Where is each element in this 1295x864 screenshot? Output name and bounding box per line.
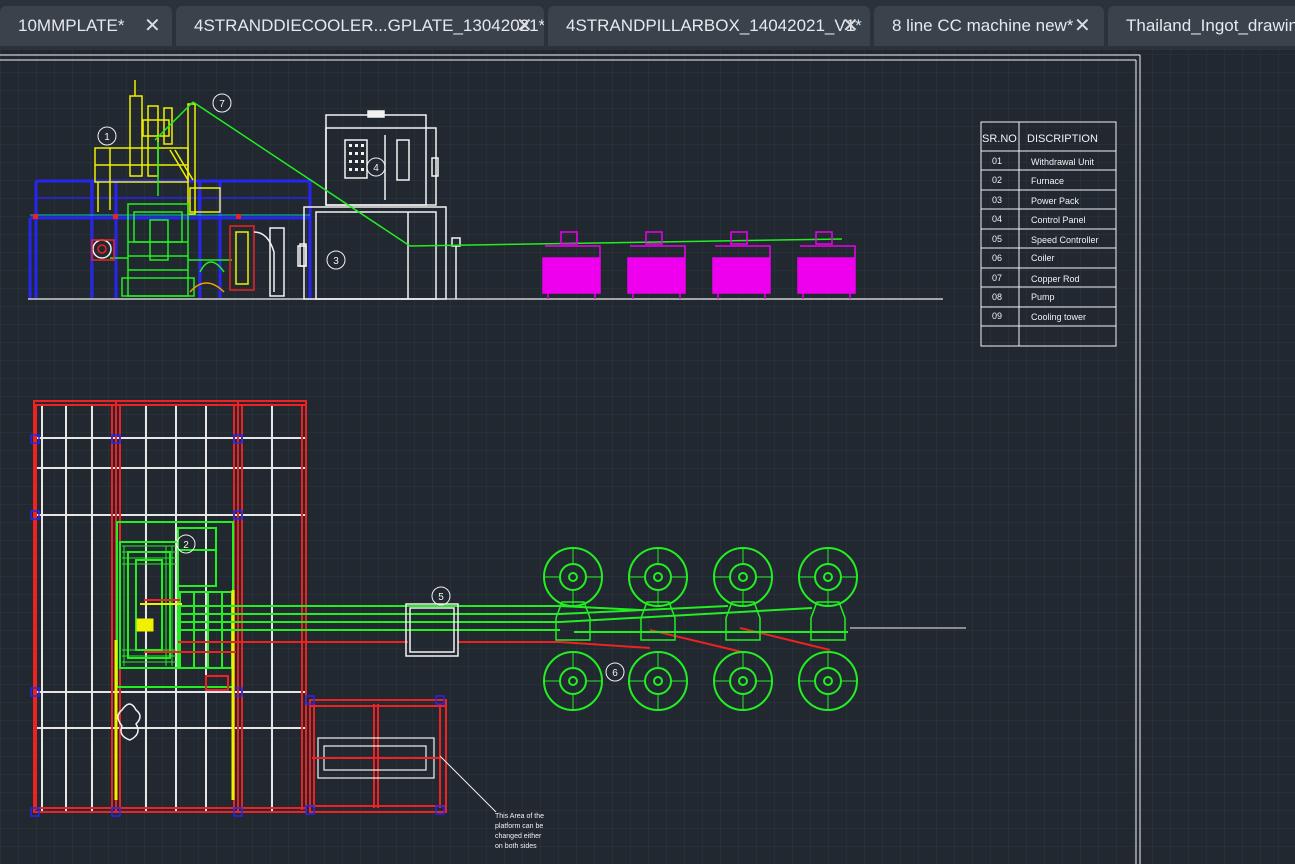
note-line: changed either [495, 833, 542, 840]
table-header-srno: SR.NO [982, 133, 1017, 145]
drawing-tab-bar: 10MMPLATE* ✕ 4STRANDDIECOOLER...GPLATE_1… [0, 0, 1295, 50]
tab-8-line-cc-machine[interactable]: 8 line CC machine new* ✕ [874, 6, 1104, 46]
table-cell-desc: Coiler [1031, 253, 1055, 263]
balloon-5: 5 [438, 592, 444, 603]
balloon-2: 2 [183, 540, 189, 551]
balloon-4: 4 [373, 163, 379, 174]
balloon-1: 1 [104, 132, 110, 143]
table-cell-desc: Speed Controller [1031, 235, 1099, 245]
table-cell-no: 01 [992, 156, 1002, 166]
tab-label: 8 line CC machine new* [892, 16, 1074, 35]
tab-label: 4STRANDPILLARBOX_14042021_V1* [566, 16, 862, 35]
balloon-6: 6 [612, 668, 618, 679]
tab-4stranddiecooler[interactable]: 4STRANDDIECOOLER...GPLATE_13042021* ✕ [176, 6, 544, 46]
table-cell-desc: Furnace [1031, 176, 1064, 186]
table-cell-no: 08 [992, 292, 1002, 302]
table-header-description: DISCRIPTION [1027, 133, 1098, 145]
table-cell-no: 05 [992, 234, 1002, 244]
table-cell-desc: Pump [1031, 292, 1055, 302]
close-icon[interactable]: ✕ [516, 6, 533, 46]
close-icon[interactable]: ✕ [144, 6, 161, 46]
tab-label: 10MMPLATE* [18, 16, 125, 35]
table-cell-no: 03 [992, 195, 1002, 205]
table-cell-desc: Withdrawal Unit [1031, 157, 1095, 167]
table-cell-no: 09 [992, 311, 1002, 321]
note-line: on both sides [495, 843, 537, 850]
table-cell-desc: Cooling tower [1031, 312, 1086, 322]
close-icon[interactable]: ✕ [1074, 6, 1091, 46]
tab-thailand-ingot-drawing[interactable]: Thailand_Ingot_drawing [1108, 6, 1295, 46]
tab-4strandpillarbox[interactable]: 4STRANDPILLARBOX_14042021_V1* ✕ [548, 6, 870, 46]
tab-10mmplate[interactable]: 10MMPLATE* ✕ [0, 6, 172, 46]
table-cell-desc: Copper Rod [1031, 274, 1080, 284]
tab-label: 4STRANDDIECOOLER...GPLATE_13042021* [194, 16, 544, 35]
table-cell-no: 02 [992, 175, 1002, 185]
table-cell-no: 06 [992, 253, 1002, 263]
close-icon[interactable]: ✕ [842, 6, 859, 46]
table-cell-no: 04 [992, 214, 1002, 224]
drawing-canvas[interactable]: 1 7 4 3 SR.NO DISCRIPTION 01 Withdrawal … [0, 50, 1295, 864]
table-cell-no: 07 [992, 273, 1002, 283]
balloon-3: 3 [333, 256, 339, 267]
table-cell-desc: Control Panel [1031, 215, 1086, 225]
balloon-7: 7 [219, 99, 225, 110]
note-line: This Area of the [495, 813, 544, 820]
note-line: platform can be [495, 823, 543, 830]
table-cell-desc: Power Pack [1031, 196, 1080, 206]
tab-label: Thailand_Ingot_drawing [1126, 16, 1295, 35]
